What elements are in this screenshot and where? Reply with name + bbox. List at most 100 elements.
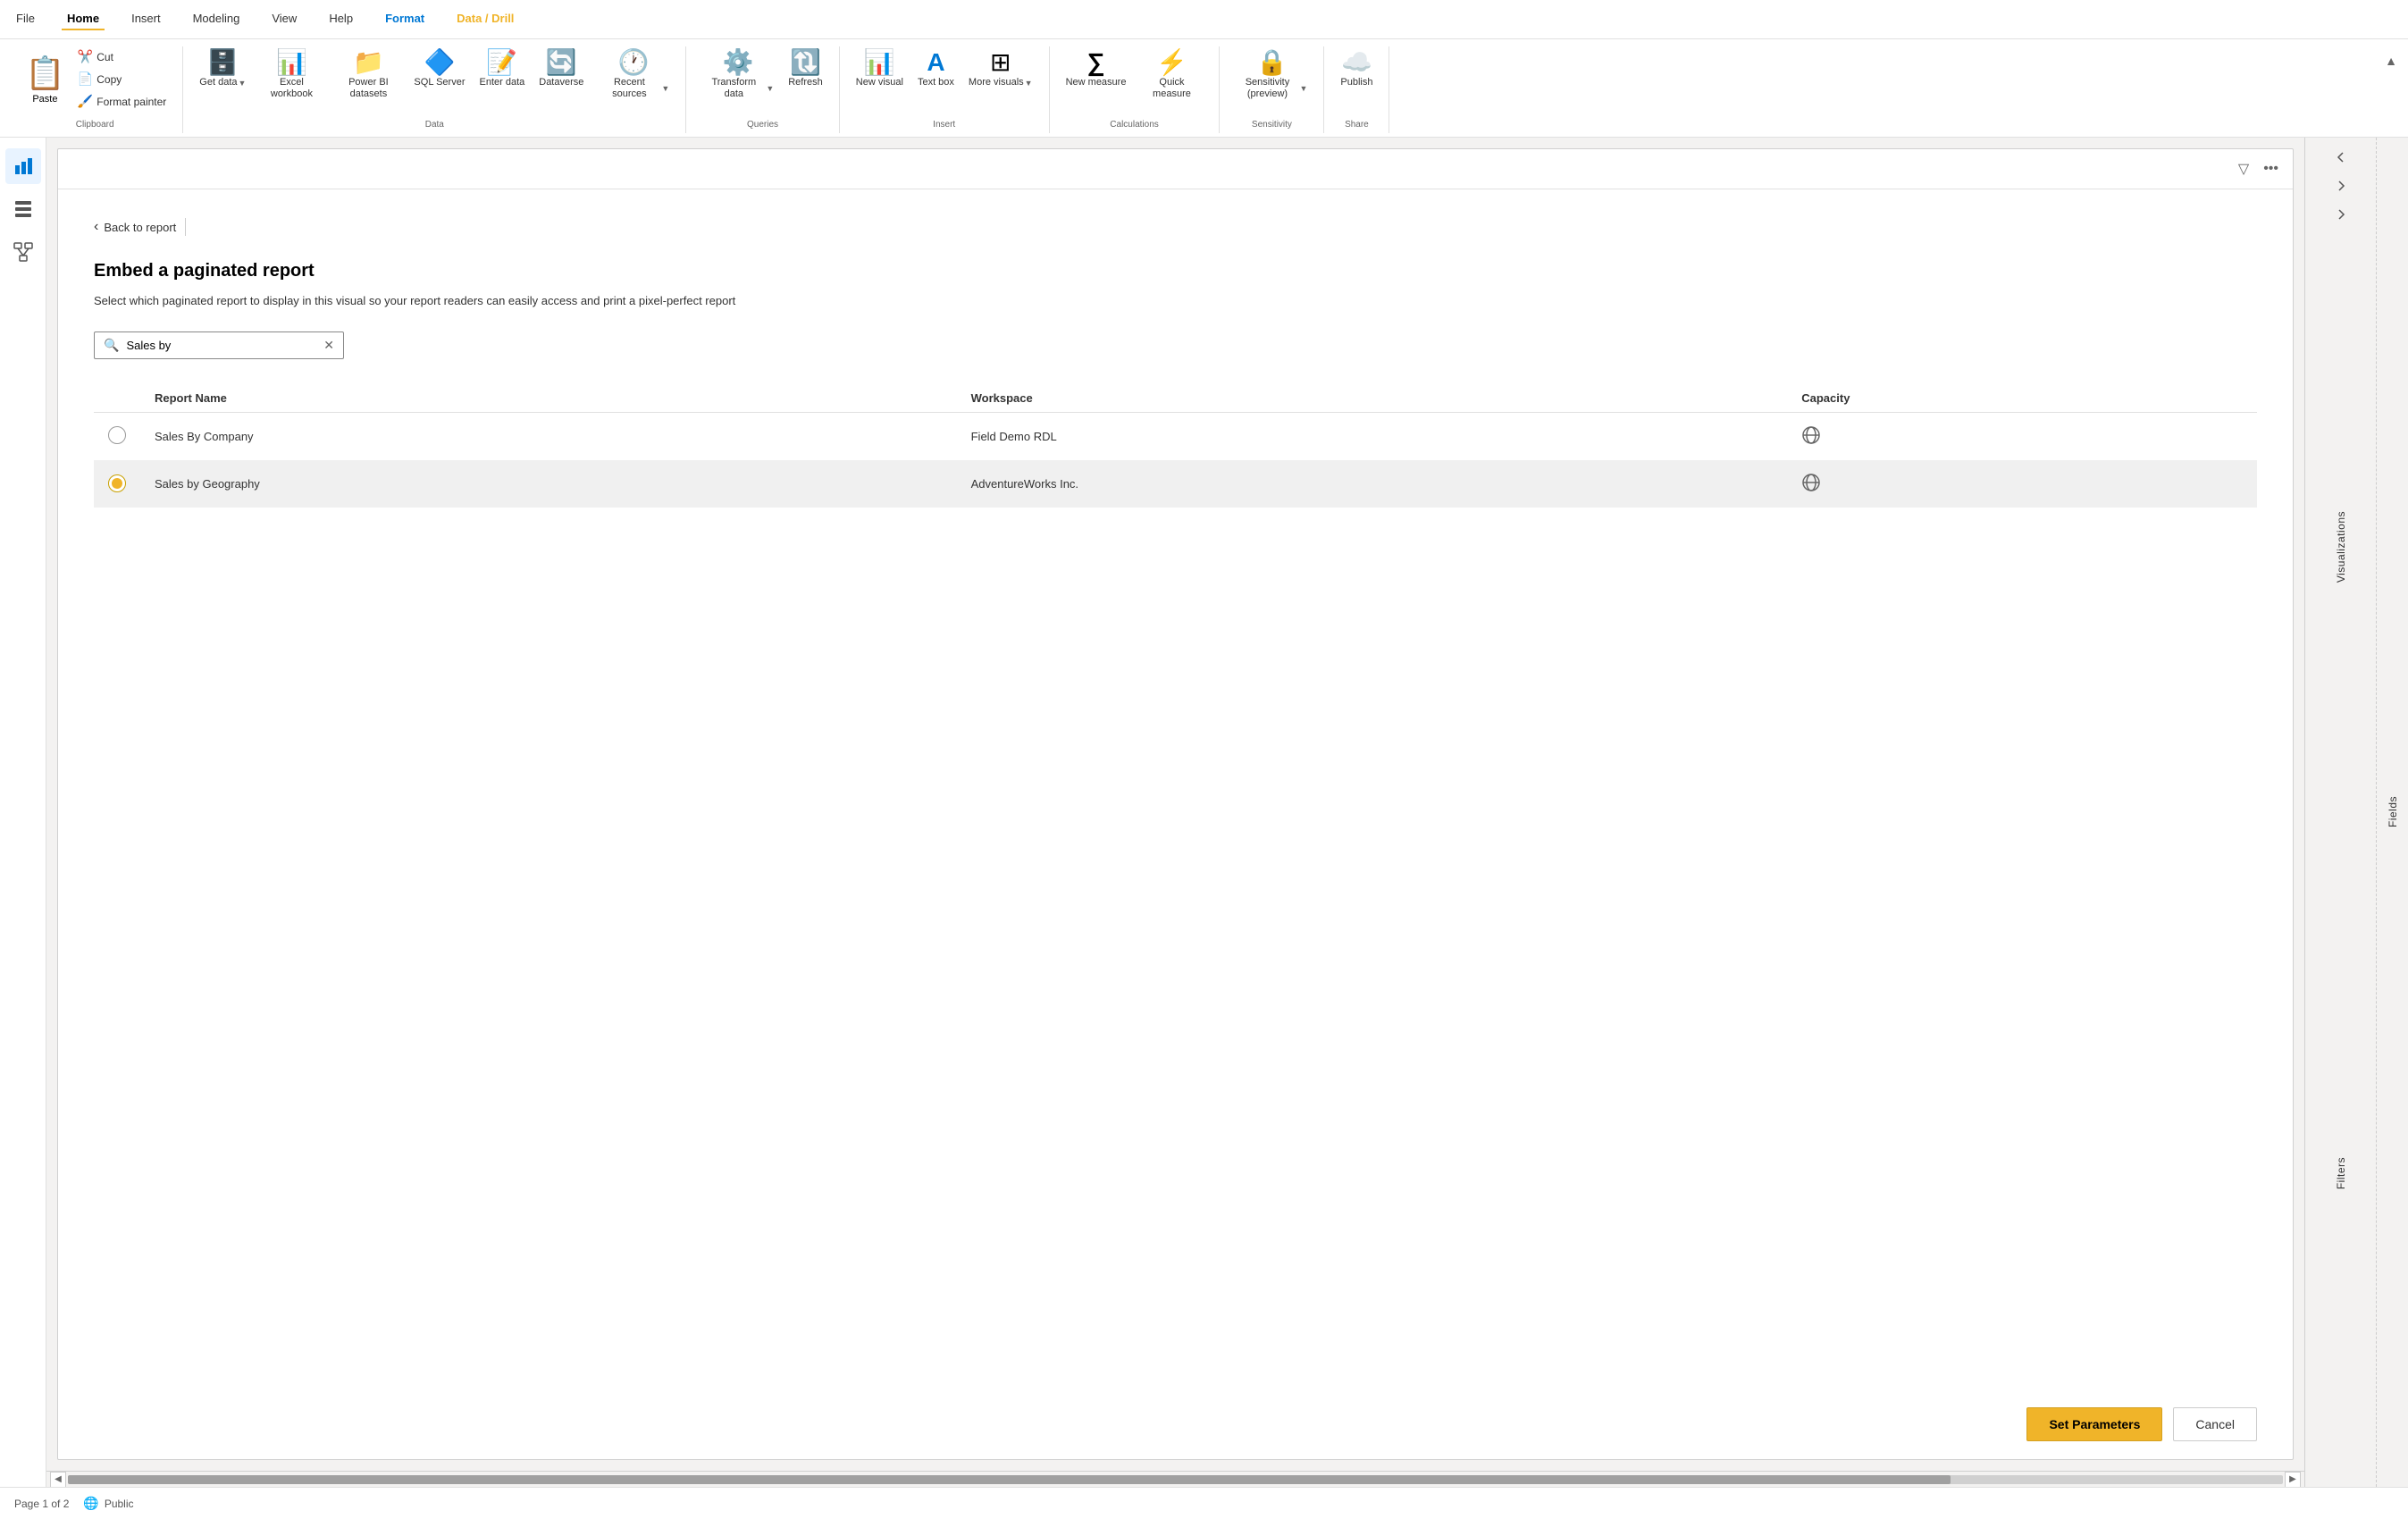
dataverse-label: Dataverse bbox=[539, 77, 583, 88]
col-select bbox=[94, 384, 140, 413]
transform-icon: ⚙️ bbox=[723, 50, 754, 75]
filter-icon[interactable]: ▽ bbox=[2235, 156, 2253, 181]
table-row[interactable]: Sales by Geography AdventureWorks Inc. bbox=[94, 460, 2257, 508]
set-parameters-button[interactable]: Set Parameters bbox=[2026, 1407, 2162, 1441]
excel-workbook-button[interactable]: 📊 Excel workbook bbox=[255, 46, 328, 104]
get-data-button[interactable]: 🗄️ Get data ▼ bbox=[194, 46, 251, 92]
refresh-icon: 🔃 bbox=[790, 50, 821, 75]
nav-right-top-arrow-btn[interactable] bbox=[2328, 173, 2353, 198]
ribbon-group-sensitivity: 🔒 Sensitivity (preview) ▼ Sensitivity bbox=[1220, 46, 1324, 133]
scroll-left-arrow[interactable]: ◀ bbox=[50, 1472, 66, 1488]
format-painter-button[interactable]: 🖌️ Format painter bbox=[72, 91, 172, 112]
new-measure-button[interactable]: ∑ New measure bbox=[1061, 46, 1132, 92]
right-panels: Visualizations Filters bbox=[2304, 138, 2376, 1487]
left-sidebar bbox=[0, 138, 46, 1487]
row2-capacity bbox=[1787, 460, 2257, 508]
data-group-label: Data bbox=[194, 118, 675, 133]
table-row[interactable]: Sales By Company Field Demo RDL bbox=[94, 412, 2257, 460]
menu-format[interactable]: Format bbox=[380, 8, 430, 30]
ribbon-group-queries: ⚙️ Transform data ▼ 🔃 Refresh Queries bbox=[686, 46, 839, 133]
dialog-title: Embed a paginated report bbox=[94, 261, 2257, 281]
menu-home[interactable]: Home bbox=[62, 8, 105, 30]
transform-data-button[interactable]: ⚙️ Transform data ▼ bbox=[697, 46, 779, 104]
row1-capacity bbox=[1787, 412, 2257, 460]
paste-icon: 📋 bbox=[25, 55, 65, 92]
recent-sources-button[interactable]: 🕐 Recent sources ▼ bbox=[592, 46, 675, 104]
more-visuals-button[interactable]: ⊞ More visuals ▼ bbox=[963, 46, 1038, 92]
filters-panel: Filters bbox=[2305, 860, 2376, 1487]
dataverse-icon: 🔄 bbox=[546, 50, 577, 75]
row2-report-name: Sales by Geography bbox=[140, 460, 957, 508]
recent-sources-label: Recent sources bbox=[598, 77, 660, 100]
ribbon-group-data: 🗄️ Get data ▼ 📊 Excel workbook 📁 Power B… bbox=[183, 46, 686, 133]
visualizations-tab[interactable]: Visualizations bbox=[2329, 500, 2353, 593]
publish-button[interactable]: ☁️ Publish bbox=[1335, 46, 1378, 92]
enter-data-button[interactable]: 📝 Enter data bbox=[474, 46, 530, 92]
quick-measure-button[interactable]: ⚡ Quick measure bbox=[1135, 46, 1208, 104]
more-options-icon[interactable]: ••• bbox=[2260, 157, 2282, 180]
refresh-button[interactable]: 🔃 Refresh bbox=[783, 46, 828, 92]
canvas-area: ▽ ••• ‹ Back to report Embed a paginated… bbox=[46, 138, 2304, 1487]
ribbon-group-clipboard: 📋 Paste ✂️ Cut 📄 Copy 🖌️ bbox=[7, 46, 183, 133]
excel-label: Excel workbook bbox=[260, 77, 323, 100]
cut-button[interactable]: ✂️ Cut bbox=[72, 46, 172, 67]
back-label: Back to report bbox=[104, 221, 176, 234]
sql-icon: 🔷 bbox=[424, 50, 456, 75]
menu-file[interactable]: File bbox=[11, 8, 40, 30]
new-measure-icon: ∑ bbox=[1087, 50, 1105, 75]
menu-datadrill[interactable]: Data / Drill bbox=[451, 8, 519, 30]
copy-label: Copy bbox=[96, 73, 122, 86]
sidebar-item-data[interactable] bbox=[5, 191, 41, 227]
fields-tab[interactable]: Fields bbox=[2381, 785, 2404, 838]
insert-group-label: Insert bbox=[851, 118, 1038, 133]
sidebar-item-report[interactable] bbox=[5, 148, 41, 184]
cancel-button[interactable]: Cancel bbox=[2173, 1407, 2257, 1441]
back-arrow-icon: ‹ bbox=[94, 219, 98, 235]
text-box-button[interactable]: A Text box bbox=[912, 46, 960, 92]
dialog-toolbar: ▽ ••• bbox=[58, 149, 2293, 189]
refresh-label: Refresh bbox=[788, 77, 823, 88]
search-input[interactable] bbox=[126, 339, 316, 352]
powerbi-datasets-label: Power BI datasets bbox=[337, 77, 399, 100]
menu-help[interactable]: Help bbox=[323, 8, 358, 30]
horizontal-scrollbar: ◀ ▶ bbox=[46, 1471, 2304, 1487]
more-visuals-label: More visuals bbox=[969, 77, 1024, 88]
menu-modeling[interactable]: Modeling bbox=[188, 8, 246, 30]
dataverse-button[interactable]: 🔄 Dataverse bbox=[533, 46, 589, 92]
new-visual-button[interactable]: 📊 New visual bbox=[851, 46, 909, 92]
sidebar-item-model[interactable] bbox=[5, 234, 41, 270]
scroll-track[interactable] bbox=[68, 1475, 2283, 1484]
menu-insert[interactable]: Insert bbox=[126, 8, 166, 30]
sql-label: SQL Server bbox=[414, 77, 465, 88]
status-bar: Page 1 of 2 🌐 Public bbox=[0, 1487, 2408, 1519]
paste-button[interactable]: 📋 Paste bbox=[18, 46, 72, 112]
sensitivity-button[interactable]: 🔒 Sensitivity (preview) ▼ bbox=[1230, 46, 1313, 104]
row2-radio[interactable] bbox=[108, 474, 126, 492]
enter-data-icon: 📝 bbox=[486, 50, 517, 75]
main-layout: ▽ ••• ‹ Back to report Embed a paginated… bbox=[0, 138, 2408, 1487]
publish-icon: ☁️ bbox=[1341, 50, 1372, 75]
more-visuals-icon: ⊞ bbox=[990, 50, 1011, 75]
copy-button[interactable]: 📄 Copy bbox=[72, 69, 172, 89]
get-data-label: Get data bbox=[199, 77, 237, 88]
clipboard-group-label: Clipboard bbox=[18, 118, 172, 133]
clear-search-icon[interactable]: ✕ bbox=[323, 338, 334, 353]
collapse-ribbon-button[interactable]: ▲ bbox=[2381, 50, 2401, 71]
fields-panel: Fields bbox=[2376, 138, 2408, 1487]
nav-left-arrow-btn[interactable] bbox=[2328, 145, 2353, 170]
row2-workspace: AdventureWorks Inc. bbox=[957, 460, 1788, 508]
col-capacity: Capacity bbox=[1787, 384, 2257, 413]
dialog-body: ‹ Back to report Embed a paginated repor… bbox=[58, 189, 2293, 1389]
menu-view[interactable]: View bbox=[266, 8, 302, 30]
row1-radio[interactable] bbox=[108, 426, 126, 444]
power-bi-datasets-button[interactable]: 📁 Power BI datasets bbox=[331, 46, 405, 104]
menu-bar: File Home Insert Modeling View Help Form… bbox=[0, 0, 2408, 39]
row1-report-name: Sales By Company bbox=[140, 412, 957, 460]
sensitivity-icon: 🔒 bbox=[1256, 50, 1288, 75]
nav-right-bottom-arrow-btn[interactable] bbox=[2328, 202, 2353, 227]
sql-server-button[interactable]: 🔷 SQL Server bbox=[408, 46, 470, 92]
back-to-report-link[interactable]: ‹ Back to report bbox=[94, 218, 189, 236]
recent-sources-dropdown-icon: ▼ bbox=[661, 84, 669, 93]
scroll-right-arrow[interactable]: ▶ bbox=[2285, 1472, 2301, 1488]
filters-tab[interactable]: Filters bbox=[2329, 1146, 2353, 1200]
